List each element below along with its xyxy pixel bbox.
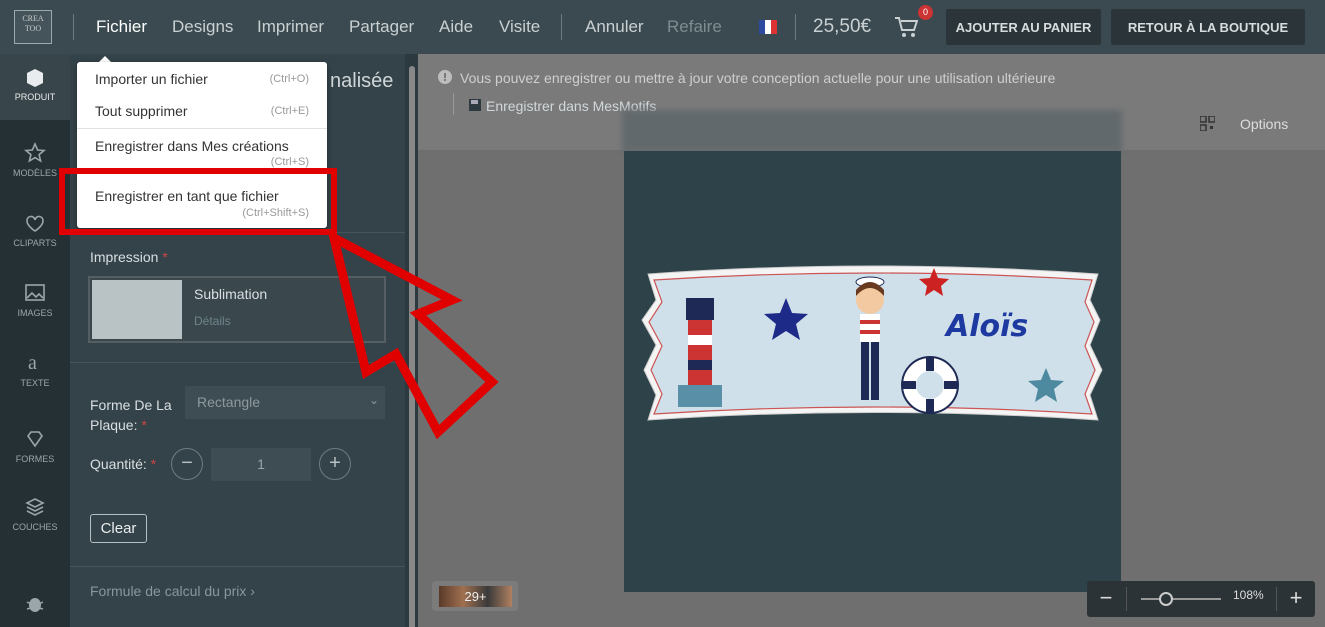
menu-item-shortcut: (Ctrl+E) [270, 105, 309, 117]
quantity-increase-button[interactable]: + [319, 448, 351, 480]
divider [561, 14, 562, 40]
quantity-input[interactable]: 1 [211, 448, 311, 481]
quantity-label-text: Quantité: [90, 456, 147, 472]
print-label: Impression * [90, 249, 168, 265]
image-icon [25, 284, 45, 301]
undo-button[interactable]: Annuler [585, 17, 644, 37]
cart-count-badge: 0 [918, 5, 933, 20]
menu-designs[interactable]: Designs [172, 17, 233, 37]
pointer-arrow-annotation [327, 230, 499, 440]
total-price: 25,50€ [813, 16, 872, 37]
divider [795, 14, 796, 40]
cart-icon[interactable] [894, 16, 918, 38]
logo-line-1: CREA [22, 14, 44, 23]
chevron-right-icon: › [250, 583, 255, 599]
zoom-out-button[interactable]: − [1087, 581, 1125, 617]
quantity-decrease-button[interactable]: − [171, 448, 203, 480]
shape-label-text: Forme De La Plaque: [90, 397, 172, 433]
tool-sidebar: PRODUIT MODÈLES CLIPARTS IMAGES a TEXTE … [0, 54, 70, 627]
menu-partager[interactable]: Partager [349, 17, 414, 37]
print-label-text: Impression [90, 249, 159, 265]
sidebar-item-label: FORMES [15, 454, 55, 464]
sidebar-item-label: MODÈLES [12, 168, 57, 178]
sidebar-item-label: CLIPARTS [13, 238, 57, 248]
nameplate-design[interactable]: Aloïs [638, 260, 1108, 430]
options-button[interactable]: Options [1240, 116, 1288, 132]
menu-aide[interactable]: Aide [439, 17, 473, 37]
shape-label: Forme De La Plaque: * [90, 397, 172, 433]
star-icon [24, 142, 46, 163]
print-option-thumbnail [92, 280, 182, 339]
menu-item-label: Enregistrer dans Mes créations [95, 138, 289, 154]
lifebuoy-illustration [901, 356, 959, 414]
add-to-cart-button[interactable]: AJOUTER AU PANIER [946, 9, 1101, 45]
menu-fichier[interactable]: Fichier [96, 17, 147, 37]
info-message: Vous pouvez enregistrer ou mettre à jour… [460, 70, 1056, 86]
color-palette-button[interactable]: 29+ [432, 581, 518, 611]
qr-code-icon[interactable] [1200, 116, 1215, 131]
svg-text:a: a [28, 352, 37, 374]
print-option-name: Sublimation [194, 286, 268, 302]
french-flag-icon[interactable] [759, 20, 777, 34]
layers-icon [25, 498, 45, 516]
heart-icon [26, 215, 44, 232]
info-icon [438, 70, 452, 84]
product-title: nalisée [330, 70, 394, 92]
sidebar-item-label: PRODUIT [14, 92, 56, 102]
divider [70, 566, 405, 567]
creatoo-logo[interactable]: CREA TOO [14, 10, 52, 44]
print-details-link[interactable]: Détails [194, 314, 231, 328]
sidebar-item-formes[interactable]: FORMES [0, 418, 70, 484]
zoom-in-button[interactable]: + [1277, 581, 1315, 617]
menu-item-label: Tout supprimer [95, 103, 188, 119]
zoom-slider-track[interactable] [1141, 598, 1221, 600]
sidebar-item-label: COUCHES [12, 522, 58, 532]
cube-icon [27, 69, 43, 87]
sidebar-item-label: TEXTE [20, 378, 50, 388]
save-icon [469, 99, 481, 111]
divider [453, 93, 454, 115]
zoom-level: 108% [1233, 588, 1264, 602]
sidebar-item-texte[interactable]: a TEXTE [0, 340, 70, 406]
divider [73, 14, 74, 40]
text-icon: a [28, 352, 37, 374]
highlight-box [59, 168, 337, 235]
name-text: Aloïs [944, 309, 1028, 344]
redo-button[interactable]: Refaire [667, 17, 722, 37]
bug-icon[interactable] [25, 594, 45, 614]
menu-imprimer[interactable]: Imprimer [257, 17, 324, 37]
menu-visite[interactable]: Visite [499, 17, 540, 37]
clear-button[interactable]: Clear [90, 514, 147, 543]
sidebar-item-couches[interactable]: COUCHES [0, 486, 70, 552]
menu-item-label: Importer un fichier [95, 71, 208, 87]
sidebar-item-produit[interactable]: PRODUIT [0, 54, 70, 120]
shape-select-value: Rectangle [197, 394, 261, 410]
divider [1126, 587, 1127, 611]
sidebar-item-images[interactable]: IMAGES [0, 270, 70, 336]
zoom-slider-handle[interactable] [1159, 592, 1173, 606]
menu-item-shortcut: (Ctrl+O) [269, 73, 309, 85]
menu-item-delete-all[interactable]: Tout supprimer (Ctrl+E) [77, 94, 327, 128]
menu-item-shortcut: (Ctrl+S) [270, 156, 309, 168]
diamond-icon [27, 431, 43, 448]
quantity-label: Quantité: * [90, 456, 157, 472]
sidebar-item-label: IMAGES [17, 308, 53, 318]
zoom-control: − 108% + [1087, 581, 1315, 617]
logo-line-2: TOO [24, 24, 42, 33]
menu-item-import-file[interactable]: Importer un fichier (Ctrl+O) [77, 62, 327, 94]
blurred-header [622, 110, 1122, 152]
palette-count: 29+ [439, 586, 512, 607]
top-bar: CREA TOO Fichier Designs Imprimer Partag… [0, 0, 1325, 54]
menu-item-save-to-creations[interactable]: Enregistrer dans Mes créations (Ctrl+S) [77, 129, 327, 169]
price-formula-text: Formule de calcul du prix [90, 583, 247, 599]
back-to-shop-button[interactable]: RETOUR À LA BOUTIQUE [1111, 9, 1305, 45]
price-formula-link[interactable]: Formule de calcul du prix › [90, 583, 255, 599]
